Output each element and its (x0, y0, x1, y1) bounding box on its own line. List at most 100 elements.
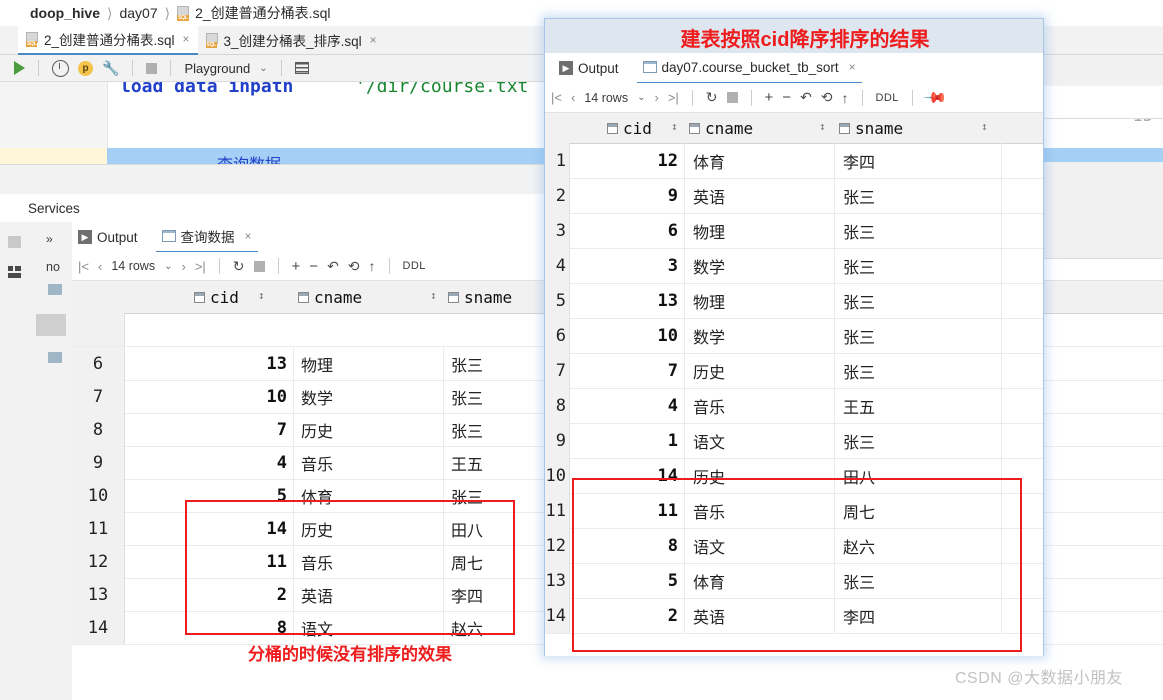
stop-icon[interactable] (253, 260, 265, 272)
sort-icon[interactable]: ↕ (671, 120, 678, 133)
cell-sname[interactable]: 张三 (835, 423, 1002, 458)
cell-sname[interactable]: 张三 (835, 318, 1002, 353)
cell-cname[interactable]: 数学 (685, 318, 835, 353)
cell-cname[interactable]: 物理 (294, 347, 444, 380)
submit-icon[interactable]: ↑ (369, 258, 376, 274)
last-page-button[interactable]: >| (195, 259, 206, 274)
breadcrumb-file[interactable]: 2_创建普通分桶表.sql (195, 3, 330, 23)
next-page-button[interactable]: › (181, 259, 185, 274)
table-row[interactable]: 4 3 数学 张三 (545, 248, 1043, 284)
sort-icon[interactable]: ↕ (819, 120, 826, 133)
cell-cname[interactable]: 数学 (294, 380, 444, 413)
table-row[interactable]: 6 10 数学 张三 (545, 318, 1043, 354)
cell-cname[interactable]: 历史 (685, 353, 835, 388)
cell-cid[interactable]: 12 (570, 143, 685, 178)
breadcrumb-project[interactable]: doop_hive (30, 5, 100, 21)
cell-cname[interactable]: 物理 (685, 283, 835, 318)
chevron-down-icon[interactable]: ⌄ (259, 63, 267, 74)
editor-tab-0[interactable]: 2_创建普通分桶表.sql × (18, 25, 198, 55)
table-row[interactable]: 1 12 体育 李四 (545, 143, 1043, 179)
first-page-button[interactable]: |< (78, 259, 89, 274)
cell-cid[interactable]: 10 (570, 318, 685, 353)
column-header-cname[interactable]: cname ↕ (689, 113, 826, 143)
close-icon[interactable]: × (245, 229, 252, 243)
row-count-label[interactable]: 14 rows (584, 91, 628, 105)
add-row-button[interactable]: + (292, 258, 301, 275)
refresh-icon[interactable]: ↻ (233, 258, 245, 275)
row-count-label[interactable]: 14 rows (111, 259, 155, 273)
cell-sname[interactable]: 张三 (835, 353, 1002, 388)
cell-cid[interactable]: 3 (570, 248, 685, 283)
close-icon[interactable]: × (849, 60, 856, 74)
cell-cid[interactable]: 13 (124, 347, 294, 380)
sort-icon[interactable]: ↕ (430, 289, 437, 302)
cell-cid[interactable]: 9 (570, 178, 685, 213)
cell-cname[interactable]: 语文 (685, 423, 835, 458)
close-icon[interactable]: × (183, 32, 190, 46)
stop-icon[interactable] (8, 236, 21, 248)
cell-cid[interactable]: 6 (570, 213, 685, 248)
cell-cid[interactable]: 1 (570, 423, 685, 458)
cell-cid[interactable]: 7 (124, 413, 294, 446)
revert-icon[interactable]: ↶ (327, 258, 339, 275)
submit-icon[interactable]: ↑ (842, 90, 849, 106)
refresh-icon[interactable]: ↻ (706, 89, 718, 106)
console-icon[interactable] (294, 62, 309, 74)
table-row[interactable]: 9 1 语文 张三 (545, 423, 1043, 459)
prev-page-button[interactable]: ‹ (98, 259, 102, 274)
pin-icon[interactable]: 📌 (922, 85, 948, 110)
cell-sname[interactable]: 王五 (835, 388, 1002, 423)
ddl-button[interactable]: DDL (876, 92, 899, 104)
cell-cname[interactable]: 音乐 (685, 388, 835, 423)
add-row-button[interactable]: + (765, 89, 774, 106)
cell-sname[interactable]: 张三 (835, 283, 1002, 318)
datasource-select[interactable]: Playground (184, 61, 250, 76)
cell-sname[interactable]: 张三 (835, 213, 1002, 248)
editor-tab-1[interactable]: 3_创建分桶表_排序.sql × (198, 26, 385, 54)
run-icon[interactable] (14, 61, 25, 75)
cell-cid[interactable]: 10 (124, 380, 294, 413)
p-icon[interactable]: p (78, 60, 93, 76)
cell-cid[interactable]: 4 (570, 388, 685, 423)
cell-cname[interactable]: 数学 (685, 248, 835, 283)
table-row[interactable]: 8 4 音乐 王五 (545, 388, 1043, 424)
cell-cname[interactable]: 历史 (294, 413, 444, 446)
prev-page-button[interactable]: ‹ (571, 90, 575, 105)
stop-icon[interactable] (146, 62, 158, 74)
cell-cid[interactable]: 4 (124, 446, 294, 479)
sort-icon[interactable]: ↕ (981, 120, 988, 133)
clock-icon[interactable] (52, 59, 69, 77)
rollback-icon[interactable]: ⟲ (348, 258, 360, 275)
chevron-down-icon[interactable]: ⌄ (637, 92, 645, 103)
cell-cid[interactable]: 13 (570, 283, 685, 318)
cell-cname[interactable]: 物理 (685, 213, 835, 248)
cell-sname[interactable]: 李四 (835, 143, 1002, 178)
first-page-button[interactable]: |< (551, 90, 562, 105)
database-icon[interactable] (48, 352, 62, 363)
cell-sname[interactable]: 张三 (835, 178, 1002, 213)
revert-icon[interactable]: ↶ (800, 89, 812, 106)
sort-icon[interactable]: ↕ (258, 289, 265, 302)
chevron-down-icon[interactable]: ⌄ (164, 261, 172, 272)
cell-cname[interactable]: 音乐 (294, 446, 444, 479)
foreground-tab-table[interactable]: day07.course_bucket_tb_sort × (636, 53, 862, 84)
overflow-chevron-icon[interactable]: » (46, 232, 53, 246)
services-node-label[interactable]: no (46, 260, 60, 274)
database-icon[interactable] (48, 284, 62, 295)
cell-cname[interactable]: 英语 (685, 178, 835, 213)
column-header-cid[interactable]: cid ↕ (194, 281, 265, 313)
next-page-button[interactable]: › (654, 90, 658, 105)
remove-row-button[interactable]: − (782, 89, 791, 106)
breadcrumb-folder[interactable]: day07 (119, 5, 157, 21)
column-header-cname[interactable]: cname ↕ (298, 281, 437, 313)
background-tab-query-data[interactable]: 查询数据 × (155, 222, 258, 253)
background-tab-output[interactable]: ▶ Output (72, 223, 144, 252)
table-row[interactable]: 5 13 物理 张三 (545, 283, 1043, 319)
foreground-tab-output[interactable]: ▶ Output (553, 54, 625, 83)
last-page-button[interactable]: >| (668, 90, 679, 105)
column-header-cid[interactable]: cid ↕ (607, 113, 678, 143)
cell-cname[interactable]: 体育 (685, 143, 835, 178)
services-label[interactable]: Services (28, 201, 80, 216)
ddl-button[interactable]: DDL (403, 260, 426, 272)
wrench-icon[interactable]: 🔧 (102, 60, 119, 77)
